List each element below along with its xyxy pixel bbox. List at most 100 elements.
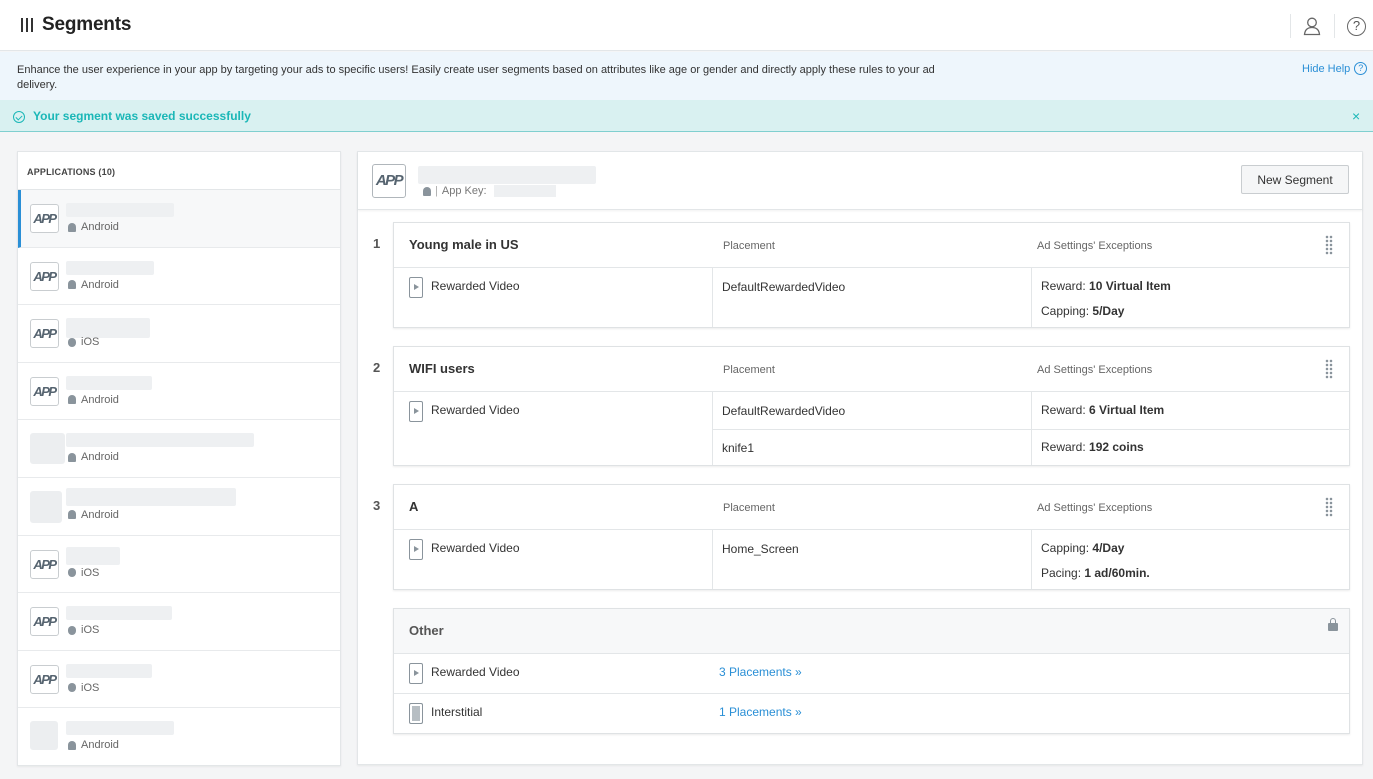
app-list-item[interactable]: APP iOS <box>18 593 340 651</box>
app-name-redacted <box>66 721 174 736</box>
top-bar: Segments ? <box>0 0 1373 51</box>
app-platform: Android <box>81 508 119 521</box>
exceptions-column-header: Ad Settings' Exceptions <box>1037 364 1153 376</box>
apple-icon <box>68 568 76 578</box>
applications-header: APPLICATIONS (10) <box>18 152 340 190</box>
drag-handle-icon[interactable] <box>1325 235 1333 255</box>
rewarded-video-icon <box>409 539 423 560</box>
app-list-item[interactable]: APP Android <box>18 363 340 421</box>
close-icon[interactable]: × <box>1352 108 1360 124</box>
ad-type-label: Rewarded Video <box>431 279 520 293</box>
app-name-redacted <box>66 260 154 275</box>
app-key: | App Key: <box>423 185 556 197</box>
exception-item: Reward: 10 Virtual Item <box>1041 279 1171 293</box>
app-list-item[interactable]: Android <box>18 478 340 536</box>
android-icon <box>68 510 76 520</box>
segment-title: Other <box>409 623 444 638</box>
exception-item: Capping: 4/Day <box>1041 541 1125 555</box>
help-icon[interactable]: ? <box>1347 17 1366 36</box>
success-message: Your segment was saved successfully <box>33 109 251 123</box>
android-icon <box>68 395 76 405</box>
app-logo: APP <box>30 319 59 349</box>
android-icon <box>68 452 76 462</box>
placement-name: DefaultRewardedVideo <box>722 280 846 294</box>
android-icon <box>68 222 76 232</box>
help-banner: Enhance the user experience in your app … <box>0 52 1373 100</box>
app-logo: APP <box>372 164 406 198</box>
app-list-item[interactable]: Android <box>18 420 340 478</box>
interstitial-icon <box>409 703 423 724</box>
segment-card[interactable]: WIFI users Placement Ad Settings' Except… <box>393 346 1350 466</box>
app-list-item[interactable]: APP iOS <box>18 651 340 709</box>
hide-help-link[interactable]: Hide Help ? <box>1302 62 1368 75</box>
rewarded-video-icon <box>409 401 423 422</box>
app-key-value-redacted <box>493 185 556 197</box>
app-list-item[interactable]: APP iOS <box>18 536 340 594</box>
segment-card[interactable]: Young male in US Placement Ad Settings' … <box>393 222 1350 328</box>
apple-icon <box>68 337 76 347</box>
check-circle-icon <box>13 111 25 123</box>
page-title: Segments <box>42 14 132 35</box>
placement-name: knife1 <box>722 441 755 455</box>
app-list-item[interactable]: Android <box>18 708 340 765</box>
applications-sidebar: APPLICATIONS (10) APP Android APP Androi… <box>17 151 341 766</box>
app-platform: Android <box>81 221 119 233</box>
android-icon <box>68 280 76 290</box>
user-icon[interactable] <box>1302 16 1322 36</box>
app-logo: APP <box>30 664 59 694</box>
placements-link[interactable]: 3 Placements » <box>719 665 802 679</box>
app-platform: Android <box>81 278 119 291</box>
app-list-item[interactable]: APP Android <box>18 248 340 306</box>
app-name-redacted <box>66 606 172 621</box>
rewarded-video-icon <box>409 663 423 684</box>
drag-handle-icon[interactable] <box>1325 359 1333 379</box>
ad-type-label: Rewarded Video <box>431 541 520 555</box>
lock-icon <box>1328 618 1338 631</box>
question-icon: ? <box>1354 62 1368 75</box>
placements-link[interactable]: 1 Placements » <box>719 705 802 719</box>
placement-name: DefaultRewardedVideo <box>722 404 846 418</box>
app-name-redacted <box>66 433 254 448</box>
app-list-item[interactable]: APP iOS <box>18 305 340 363</box>
new-segment-button[interactable]: New Segment <box>1241 165 1349 194</box>
exception-item: Reward: 6 Virtual Item <box>1041 403 1165 417</box>
exception-item: Reward: 192 coins <box>1041 440 1144 454</box>
app-name-redacted <box>66 318 150 339</box>
app-platform: iOS <box>81 624 100 637</box>
segments-panel: APP | App Key: New Segment 1 Young male … <box>357 151 1363 765</box>
app-key-label: App Key: <box>441 185 487 197</box>
hide-help-label: Hide Help <box>1302 62 1351 75</box>
rewarded-video-icon <box>409 277 423 298</box>
success-banner: Your segment was saved successfully × <box>0 100 1373 132</box>
app-platform: iOS <box>81 681 100 694</box>
app-logo: APP <box>30 376 59 406</box>
app-name-redacted <box>66 487 236 506</box>
segment-title: WIFI users <box>409 361 475 376</box>
exception-item: Pacing: 1 ad/60min. <box>1041 566 1150 580</box>
exceptions-column-header: Ad Settings' Exceptions <box>1037 502 1153 514</box>
segment-number: 1 <box>373 236 381 251</box>
app-platform: iOS <box>81 336 100 349</box>
exception-item: Capping: 5/Day <box>1041 304 1125 318</box>
drag-handle-icon[interactable] <box>1325 497 1333 517</box>
divider <box>1290 14 1291 38</box>
app-platform: Android <box>81 393 119 406</box>
segment-card[interactable]: A Placement Ad Settings' Exceptions Rewa… <box>393 484 1350 590</box>
apple-icon <box>68 625 76 635</box>
app-list-item[interactable]: APP Android <box>18 190 340 248</box>
placement-column-header: Placement <box>723 364 775 376</box>
menu-icon[interactable] <box>21 18 33 32</box>
app-logo: APP <box>30 261 59 291</box>
placement-name: Home_Screen <box>722 542 799 556</box>
app-logo: APP <box>30 549 59 579</box>
other-segment-card: Other Rewarded Video 3 Placements » Inte… <box>393 608 1350 734</box>
app-logo-placeholder <box>30 490 62 523</box>
android-icon <box>423 186 431 196</box>
placement-column-header: Placement <box>723 502 775 514</box>
app-name-redacted <box>418 166 596 184</box>
apple-icon <box>68 683 76 693</box>
app-platform: Android <box>81 739 119 752</box>
ad-type-label: Rewarded Video <box>431 403 520 417</box>
segment-number: 3 <box>373 498 381 513</box>
app-name-redacted <box>66 663 152 678</box>
